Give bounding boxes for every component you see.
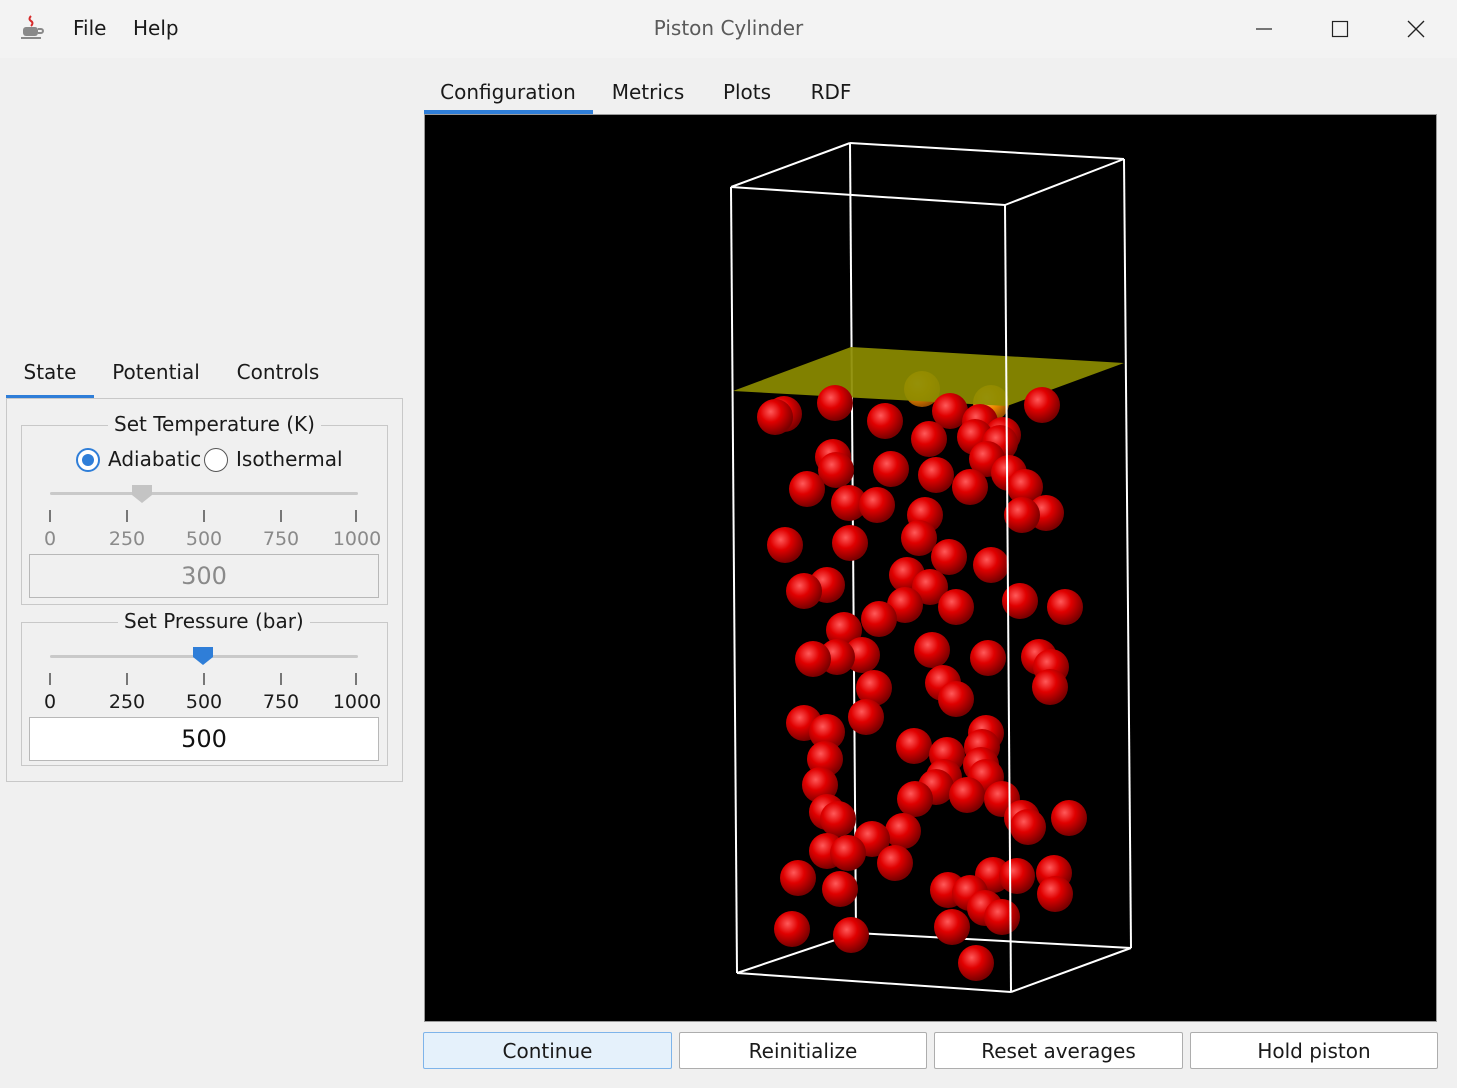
temperature-tick bbox=[203, 510, 205, 522]
atom bbox=[1037, 876, 1073, 912]
pressure-tick-label: 750 bbox=[262, 691, 300, 713]
atom bbox=[830, 835, 866, 871]
temperature-slider-thumb[interactable] bbox=[131, 484, 153, 508]
atom bbox=[952, 469, 988, 505]
simulation-scene[interactable] bbox=[425, 115, 1436, 1021]
temperature-tick-label: 250 bbox=[108, 528, 146, 550]
minimize-icon bbox=[1256, 28, 1272, 30]
tab-state[interactable]: State bbox=[6, 350, 94, 394]
atom bbox=[934, 909, 970, 945]
atoms-below-piston bbox=[757, 385, 1087, 981]
atom bbox=[859, 487, 895, 523]
atom bbox=[911, 421, 947, 457]
atom bbox=[817, 385, 853, 421]
atom bbox=[774, 911, 810, 947]
adiabatic-radio[interactable] bbox=[76, 448, 100, 472]
piston-plate[interactable] bbox=[733, 347, 1124, 406]
atom bbox=[885, 813, 921, 849]
temperature-tick bbox=[355, 510, 357, 522]
isothermal-label[interactable]: Isothermal bbox=[236, 447, 343, 471]
pressure-tick bbox=[280, 673, 282, 685]
tab-plots[interactable]: Plots bbox=[708, 70, 786, 114]
temperature-slider-track[interactable] bbox=[50, 492, 358, 495]
reset-averages-button[interactable]: Reset averages bbox=[934, 1032, 1183, 1069]
pressure-slider-thumb[interactable] bbox=[192, 646, 214, 670]
atom bbox=[1004, 497, 1040, 533]
isothermal-radio[interactable] bbox=[204, 448, 228, 472]
atom bbox=[914, 632, 950, 668]
atom bbox=[820, 801, 856, 837]
atom bbox=[822, 871, 858, 907]
atom bbox=[789, 471, 825, 507]
pressure-tick bbox=[49, 673, 51, 685]
tab-potential[interactable]: Potential bbox=[100, 350, 212, 394]
hold-piston-button[interactable]: Hold piston bbox=[1190, 1032, 1438, 1069]
maximize-button[interactable] bbox=[1304, 4, 1376, 54]
atom bbox=[767, 527, 803, 563]
atom bbox=[1024, 387, 1060, 423]
temperature-value-field[interactable]: 300 bbox=[29, 554, 379, 598]
atom bbox=[1051, 800, 1087, 836]
atom bbox=[1047, 589, 1083, 625]
minimize-button[interactable] bbox=[1228, 4, 1300, 54]
tab-controls[interactable]: Controls bbox=[222, 350, 334, 394]
pressure-tick-label: 250 bbox=[108, 691, 146, 713]
pressure-tick-label: 1000 bbox=[332, 691, 382, 713]
tab-rdf[interactable]: RDF bbox=[796, 70, 866, 114]
atom bbox=[901, 520, 937, 556]
maximize-icon bbox=[1331, 20, 1349, 38]
atom bbox=[999, 858, 1035, 894]
temperature-tick bbox=[49, 510, 51, 522]
configuration-viewport[interactable] bbox=[424, 114, 1437, 1022]
atom bbox=[931, 539, 967, 575]
atom bbox=[973, 547, 1009, 583]
pressure-tick bbox=[203, 673, 205, 685]
atom bbox=[832, 525, 868, 561]
atom bbox=[1010, 809, 1046, 845]
pressure-tick bbox=[126, 673, 128, 685]
atom bbox=[873, 451, 909, 487]
temperature-tick bbox=[280, 510, 282, 522]
atom bbox=[1032, 669, 1068, 705]
close-button[interactable] bbox=[1380, 4, 1452, 54]
temperature-tick-label: 0 bbox=[43, 528, 57, 550]
pressure-tick-label: 500 bbox=[185, 691, 223, 713]
atom bbox=[757, 399, 793, 435]
atom bbox=[861, 601, 897, 637]
temperature-tick-label: 500 bbox=[185, 528, 223, 550]
atom bbox=[795, 641, 831, 677]
atom bbox=[984, 899, 1020, 935]
atom bbox=[786, 573, 822, 609]
tab-metrics[interactable]: Metrics bbox=[600, 70, 696, 114]
temperature-tick-label: 1000 bbox=[332, 528, 382, 550]
continue-button[interactable]: Continue bbox=[423, 1032, 672, 1069]
atom bbox=[938, 589, 974, 625]
atom bbox=[949, 777, 985, 813]
atom bbox=[896, 728, 932, 764]
atom bbox=[877, 845, 913, 881]
pressure-tick-label: 0 bbox=[43, 691, 57, 713]
pressure-value-field[interactable]: 500 bbox=[29, 717, 379, 761]
temperature-tick-label: 750 bbox=[262, 528, 300, 550]
close-icon bbox=[1407, 20, 1425, 38]
atom bbox=[938, 681, 974, 717]
tab-configuration[interactable]: Configuration bbox=[424, 70, 592, 114]
atom bbox=[970, 640, 1006, 676]
pressure-tick bbox=[355, 673, 357, 685]
adiabatic-label[interactable]: Adiabatic bbox=[108, 447, 201, 471]
atom bbox=[780, 860, 816, 896]
reinitialize-button[interactable]: Reinitialize bbox=[679, 1032, 927, 1069]
temperature-group-title: Set Temperature (K) bbox=[108, 412, 321, 436]
atom bbox=[833, 917, 869, 953]
temperature-tick bbox=[126, 510, 128, 522]
atom bbox=[897, 781, 933, 817]
atom bbox=[848, 699, 884, 735]
pressure-group-title: Set Pressure (bar) bbox=[118, 609, 310, 633]
atom bbox=[958, 945, 994, 981]
atom bbox=[918, 457, 954, 493]
atom bbox=[867, 403, 903, 439]
